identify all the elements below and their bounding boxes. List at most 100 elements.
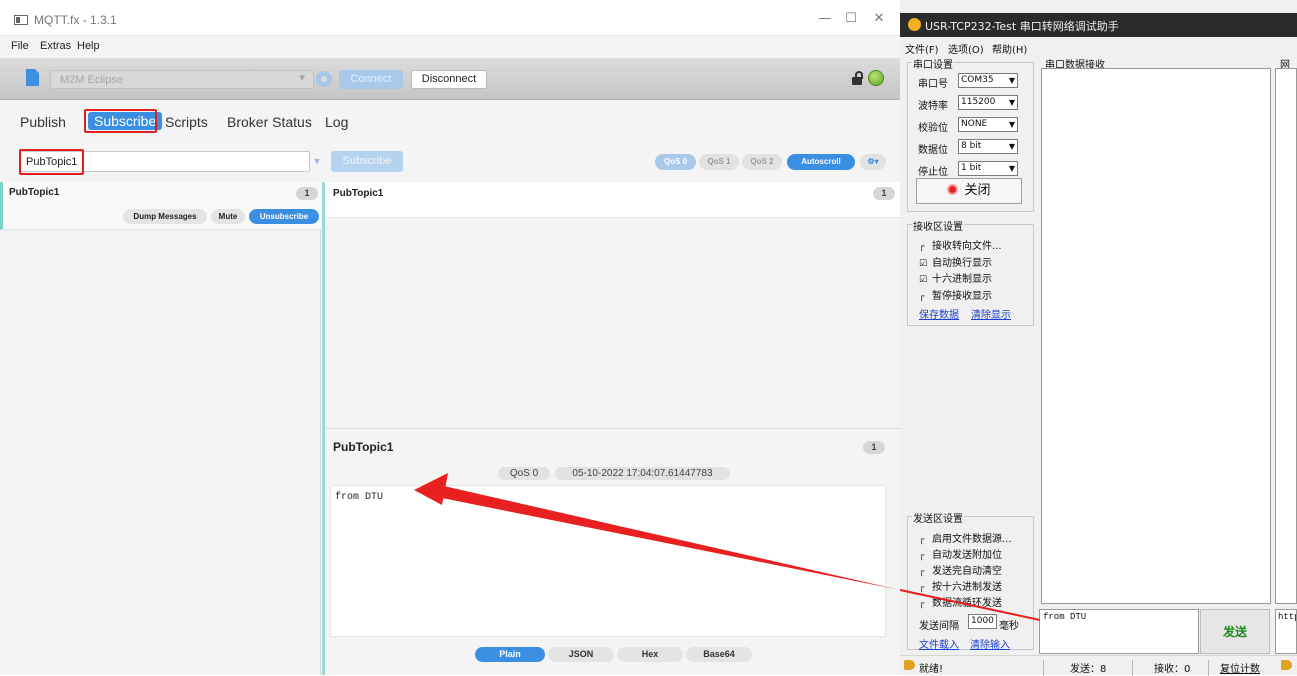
checkbox-unchecked-icon: ┌ [919,583,925,593]
usr-tcp232-window: USR-TCP232-Test 串口转网络调试助手 文件(F) 选项(O) 帮助… [900,0,1297,676]
message-topic: PubTopic1 [333,188,384,199]
usr-titlebar: USR-TCP232-Test 串口转网络调试助手 [900,13,1297,37]
chevron-down-icon: ▼ [1008,76,1015,85]
reset-count-link[interactable]: 复位计数 [1220,660,1260,675]
subscribe-button[interactable]: Subscribe [331,151,403,172]
parity-select[interactable]: NONE ▼ [958,117,1018,132]
chevron-down-icon: ▼ [1008,164,1015,173]
connect-button[interactable]: Connect [339,70,403,89]
autoscroll-toggle[interactable]: Autoscroll [787,154,855,170]
qos0-toggle[interactable]: QoS 0 [655,154,696,170]
loop-send-checkbox[interactable]: ┌ 数据流循环发送 [919,594,1002,609]
format-json-button[interactable]: JSON [548,647,614,662]
tab-log[interactable]: Log [325,114,348,130]
disconnect-button[interactable]: Disconnect [411,70,487,89]
message-detail: PubTopic1 1 QoS 0 05-10-2022 17:04:07.61… [325,428,900,675]
chevron-down-icon: ▼ [297,73,307,84]
databits-select[interactable]: 8 bit ▼ [958,139,1018,154]
parity-value: NONE [961,119,988,129]
format-base64-button[interactable]: Base64 [686,647,752,662]
topic-input[interactable] [20,151,310,172]
auto-clear-label: 发送完自动清空 [932,566,1002,577]
sent-count: 发送：8 [1070,664,1107,675]
subscription-message-count: 1 [296,187,318,200]
usr-menu-bar: 文件(F) 选项(O) 帮助(H) [900,38,1297,56]
gear-icon[interactable] [316,71,332,87]
subscribe-topic-row: ▼ Subscribe QoS 0 QoS 1 QoS 2 Autoscroll… [0,144,900,182]
baud-select[interactable]: 115200 ▼ [958,95,1018,110]
hex-display-checkbox[interactable]: ☑ 十六进制显示 [919,270,992,285]
tab-scripts[interactable]: Scripts [165,114,208,130]
mqttfx-window: MQTT.fx - 1.3.1 — ☐ ✕ File Extras Help M… [0,0,900,675]
stopbits-select[interactable]: 1 bit ▼ [958,161,1018,176]
menu-file[interactable]: File [11,40,29,52]
checkbox-unchecked-icon: ┌ [919,535,925,545]
load-file-link[interactable]: 文件载入 [919,636,959,651]
unlock-icon [852,71,864,85]
send-interval-input[interactable]: 1000 [968,614,997,629]
checkbox-unchecked-icon: ┌ [919,242,925,252]
close-window-button[interactable]: ✕ [864,8,894,30]
window-title: MQTT.fx - 1.3.1 [34,13,117,27]
close-port-button[interactable]: 关闭 [916,178,1022,204]
serial-send-input[interactable]: from DTU [1039,609,1199,654]
connection-profile-value: M2M Eclipse [60,74,123,86]
auto-wrap-checkbox[interactable]: ☑ 自动换行显示 [919,254,992,269]
qos2-toggle[interactable]: QoS 2 [742,154,782,170]
usr-menu-file[interactable]: 文件(F) [905,41,939,56]
hex-send-checkbox[interactable]: ┌ 按十六进制发送 [919,578,1002,593]
usr-menu-help[interactable]: 帮助(H) [992,41,1027,56]
status-separator [1208,660,1209,676]
tab-publish[interactable]: Publish [20,114,66,130]
format-hex-button[interactable]: Hex [617,647,683,662]
hex-display-label: 十六进制显示 [932,274,992,285]
chevron-down-icon: ▼ [1008,142,1015,151]
receive-settings-title: 接收区设置 [912,218,964,233]
pause-display-checkbox[interactable]: ┌ 暂停接收显示 [919,287,992,302]
network-receive-area[interactable] [1275,68,1297,604]
auto-clear-checkbox[interactable]: ┌ 发送完自动清空 [919,562,1002,577]
messages-panel: PubTopic1 1 PubTopic1 1 QoS 0 05-10-2022… [322,182,900,675]
message-timestamp: 05-10-2022 17:04:07.61447783 [555,467,730,480]
menu-extras[interactable]: Extras [40,40,71,52]
message-list-item[interactable]: PubTopic1 1 [325,182,900,218]
mute-button[interactable]: Mute [211,209,245,224]
maximize-button[interactable]: ☐ [836,8,866,30]
serial-receive-area[interactable] [1041,68,1271,604]
status-separator [1043,660,1044,676]
clear-input-link[interactable]: 清除输入 [970,636,1010,651]
subscription-item[interactable]: PubTopic1 1 Dump Messages Mute Unsubscri… [0,182,321,230]
recv-to-file-checkbox[interactable]: ┌ 接收转向文件... [919,237,1002,252]
main-tabs: Publish Subscribe Scripts Broker Status … [0,100,900,144]
append-bits-checkbox[interactable]: ┌ 自动发送附加位 [919,546,1002,561]
usr-menu-options[interactable]: 选项(O) [948,41,984,56]
unsubscribe-button[interactable]: Unsubscribe [249,209,319,224]
network-send-input[interactable]: http [1275,609,1297,654]
parity-label: 校验位 [918,123,948,134]
connection-status-indicator [868,70,884,86]
dump-messages-button[interactable]: Dump Messages [123,209,207,224]
options-gear-icon[interactable]: ⚙▾ [860,154,886,170]
chevron-down-icon[interactable]: ▼ [310,151,324,172]
tab-subscribe[interactable]: Subscribe [88,112,163,130]
profile-document-icon [26,69,39,86]
qos1-toggle[interactable]: QoS 1 [699,154,739,170]
chevron-down-icon: ▼ [1008,120,1015,129]
connection-profile-select[interactable]: M2M Eclipse ▼ [50,70,314,89]
usr-window-title: USR-TCP232-Test 串口转网络调试助手 [925,20,1119,33]
menu-help[interactable]: Help [77,40,100,52]
message-index-badge: 1 [873,187,895,200]
tab-broker-status[interactable]: Broker Status [227,114,312,130]
send-interval-label: 发送间隔 [919,621,959,632]
send-button[interactable]: 发送 [1200,609,1270,654]
file-source-checkbox[interactable]: ┌ 启用文件数据源... [919,530,1012,545]
interval-unit-label: 毫秒 [999,621,1019,632]
databits-value: 8 bit [961,141,982,151]
port-select[interactable]: COM35 ▼ [958,73,1018,88]
save-data-link[interactable]: 保存数据 [919,306,959,321]
format-plain-button[interactable]: Plain [475,647,545,662]
checkmark-icon: ☑ [919,275,928,285]
clear-display-link[interactable]: 清除显示 [971,306,1011,321]
chevron-down-icon: ▼ [1008,98,1015,107]
message-payload[interactable]: from DTU [330,485,886,637]
